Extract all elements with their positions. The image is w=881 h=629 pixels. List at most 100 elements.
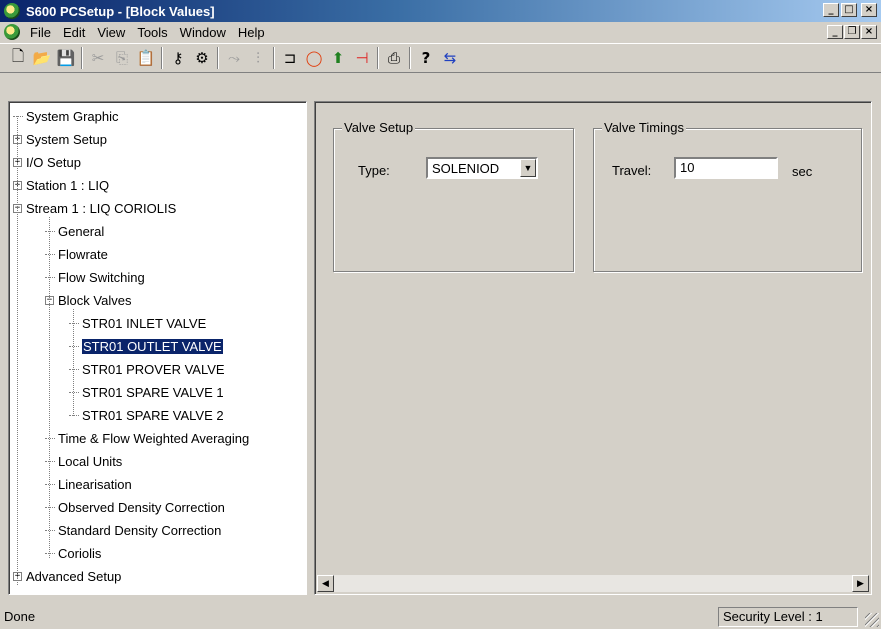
tree-guide-line	[73, 309, 74, 416]
download-icon[interactable]: ⬆	[327, 47, 349, 69]
type-select-value: SOLENIOD	[432, 160, 500, 176]
tree-connector	[45, 276, 55, 278]
settings-icon[interactable]: ⫶	[247, 47, 269, 69]
tree-item[interactable]: Standard Density Correction	[45, 520, 221, 540]
tree-item-label: Flowrate	[58, 246, 108, 262]
valve-timings-label: Valve Timings	[602, 120, 686, 135]
travel-input[interactable]: 10	[674, 157, 778, 179]
tree-item-label: Local Units	[58, 453, 123, 469]
scroll-left-icon[interactable]: ◀	[317, 575, 334, 592]
tree-connector	[45, 230, 55, 232]
tree-connector	[45, 506, 55, 508]
menu-help[interactable]: Help	[232, 25, 271, 40]
print-icon[interactable]: ⎙	[383, 47, 405, 69]
resize-grip-icon[interactable]	[865, 613, 879, 627]
menu-window[interactable]: Window	[174, 25, 232, 40]
window-title: S600 PCSetup - [Block Values]	[26, 3, 215, 19]
key-icon[interactable]: ⚷	[167, 47, 189, 69]
copy-icon[interactable]: ⎘	[111, 47, 133, 69]
type-select[interactable]: SOLENIOD ▼	[426, 157, 538, 179]
tree-connector	[69, 368, 79, 370]
tree-item-label: Station 1 : LIQ	[26, 177, 110, 193]
tree-connector	[45, 529, 55, 531]
tree-item[interactable]: Coriolis	[45, 543, 101, 563]
type-label: Type:	[358, 163, 390, 178]
menu-edit[interactable]: Edit	[57, 25, 91, 40]
tree-item[interactable]: STR01 SPARE VALVE 1	[69, 382, 224, 402]
tree-item[interactable]: Local Units	[45, 451, 122, 471]
menu-tools[interactable]: Tools	[131, 25, 173, 40]
mdi-restore-button[interactable]: ❐	[844, 25, 860, 39]
save-icon[interactable]: 💾	[55, 47, 77, 69]
tree-item[interactable]: − Block Valves	[45, 290, 131, 310]
tree-item[interactable]: + Station 1 : LIQ	[13, 175, 109, 195]
tree-item[interactable]: Flowrate	[45, 244, 108, 264]
tree-item[interactable]: STR01 SPARE VALVE 2	[69, 405, 224, 425]
paste-icon[interactable]: 📋	[135, 47, 157, 69]
tree-item[interactable]: Time & Flow Weighted Averaging	[45, 428, 249, 448]
transfer-icon[interactable]: ⇆	[439, 47, 461, 69]
menu-view[interactable]: View	[91, 25, 131, 40]
tree-item-label: Flow Switching	[58, 269, 145, 285]
status-text: Done	[4, 609, 36, 624]
mdi-close-button[interactable]: ×	[861, 25, 877, 39]
tree-connector	[45, 460, 55, 462]
toolbar-separator	[409, 47, 411, 69]
menu-file[interactable]: File	[24, 25, 57, 40]
scroll-right-icon[interactable]: ▶	[852, 575, 869, 592]
tree-connector	[69, 322, 79, 324]
tree-item[interactable]: STR01 INLET VALVE	[69, 313, 206, 333]
mdi-minimize-button[interactable]: _	[827, 25, 843, 39]
toolbar-separator	[217, 47, 219, 69]
close-button[interactable]: ×	[861, 3, 877, 17]
tree-item-label: Stream 1 : LIQ CORIOLIS	[26, 200, 177, 216]
navigation-tree[interactable]: System Graphic + System Setup + I/O Setup + St…	[8, 101, 307, 595]
tree-item-label: STR01 INLET VALVE	[82, 315, 207, 331]
tree-item[interactable]: Flow Switching	[45, 267, 145, 287]
tree-item-label: Observed Density Correction	[58, 499, 225, 515]
travel-label: Travel:	[612, 163, 652, 178]
tree-item[interactable]: System Graphic	[13, 106, 118, 126]
tree-item-label: STR01 SPARE VALVE 2	[82, 407, 224, 423]
app-icon[interactable]	[4, 3, 20, 19]
window-controls: _ □ ×	[823, 3, 877, 17]
tree-connector	[69, 414, 79, 416]
connect-icon[interactable]: ⤳	[223, 47, 245, 69]
tree-item[interactable]: STR01 OUTLET VALVE	[69, 336, 224, 356]
tree-connector	[45, 483, 55, 485]
tree-item[interactable]: Linearisation	[45, 474, 132, 494]
toolbar-separator	[81, 47, 83, 69]
document-icon[interactable]	[4, 24, 20, 40]
tree-item[interactable]: General	[45, 221, 104, 241]
horizontal-scrollbar[interactable]: ◀ ▶	[317, 575, 869, 592]
cut-icon[interactable]: ✂	[87, 47, 109, 69]
stop-icon[interactable]: ◯	[303, 47, 325, 69]
tree-connector	[45, 552, 55, 554]
tree-item-label: Advanced Setup	[26, 568, 122, 584]
travel-unit: sec	[792, 164, 813, 179]
tree-item-label: System Graphic	[26, 108, 119, 124]
tree-item[interactable]: Observed Density Correction	[45, 497, 225, 517]
upload-icon[interactable]: ⊣	[351, 47, 373, 69]
new-icon[interactable]: 🗋	[7, 47, 29, 69]
valve-setup-label: Valve Setup	[342, 120, 416, 135]
tree-item-label: Block Valves	[58, 292, 132, 308]
open-icon[interactable]: 📂	[31, 47, 53, 69]
tree-item[interactable]: STR01 PROVER VALVE	[69, 359, 225, 379]
tree-item[interactable]: − Stream 1 : LIQ CORIOLIS	[13, 198, 176, 218]
tree-item[interactable]: + I/O Setup	[13, 152, 81, 172]
input-icon[interactable]: ⊐	[279, 47, 301, 69]
tree-guide-line	[49, 217, 50, 558]
block-values-panel: Valve Setup Type: SOLENIOD ▼ Valve Timin…	[314, 101, 872, 595]
wizard-icon[interactable]: ⚙	[191, 47, 213, 69]
tree-connector	[13, 115, 23, 117]
tree-item[interactable]: + System Setup	[13, 129, 107, 149]
tree-guide-line	[17, 116, 18, 585]
tree-item[interactable]: + Advanced Setup	[13, 566, 121, 586]
maximize-button[interactable]: □	[841, 3, 857, 17]
chevron-down-icon[interactable]: ▼	[520, 159, 536, 177]
tree-item-label: I/O Setup	[26, 154, 81, 170]
minimize-button[interactable]: _	[823, 3, 839, 17]
help-icon[interactable]: ?	[415, 47, 437, 69]
security-level: Security Level : 1	[718, 607, 858, 627]
